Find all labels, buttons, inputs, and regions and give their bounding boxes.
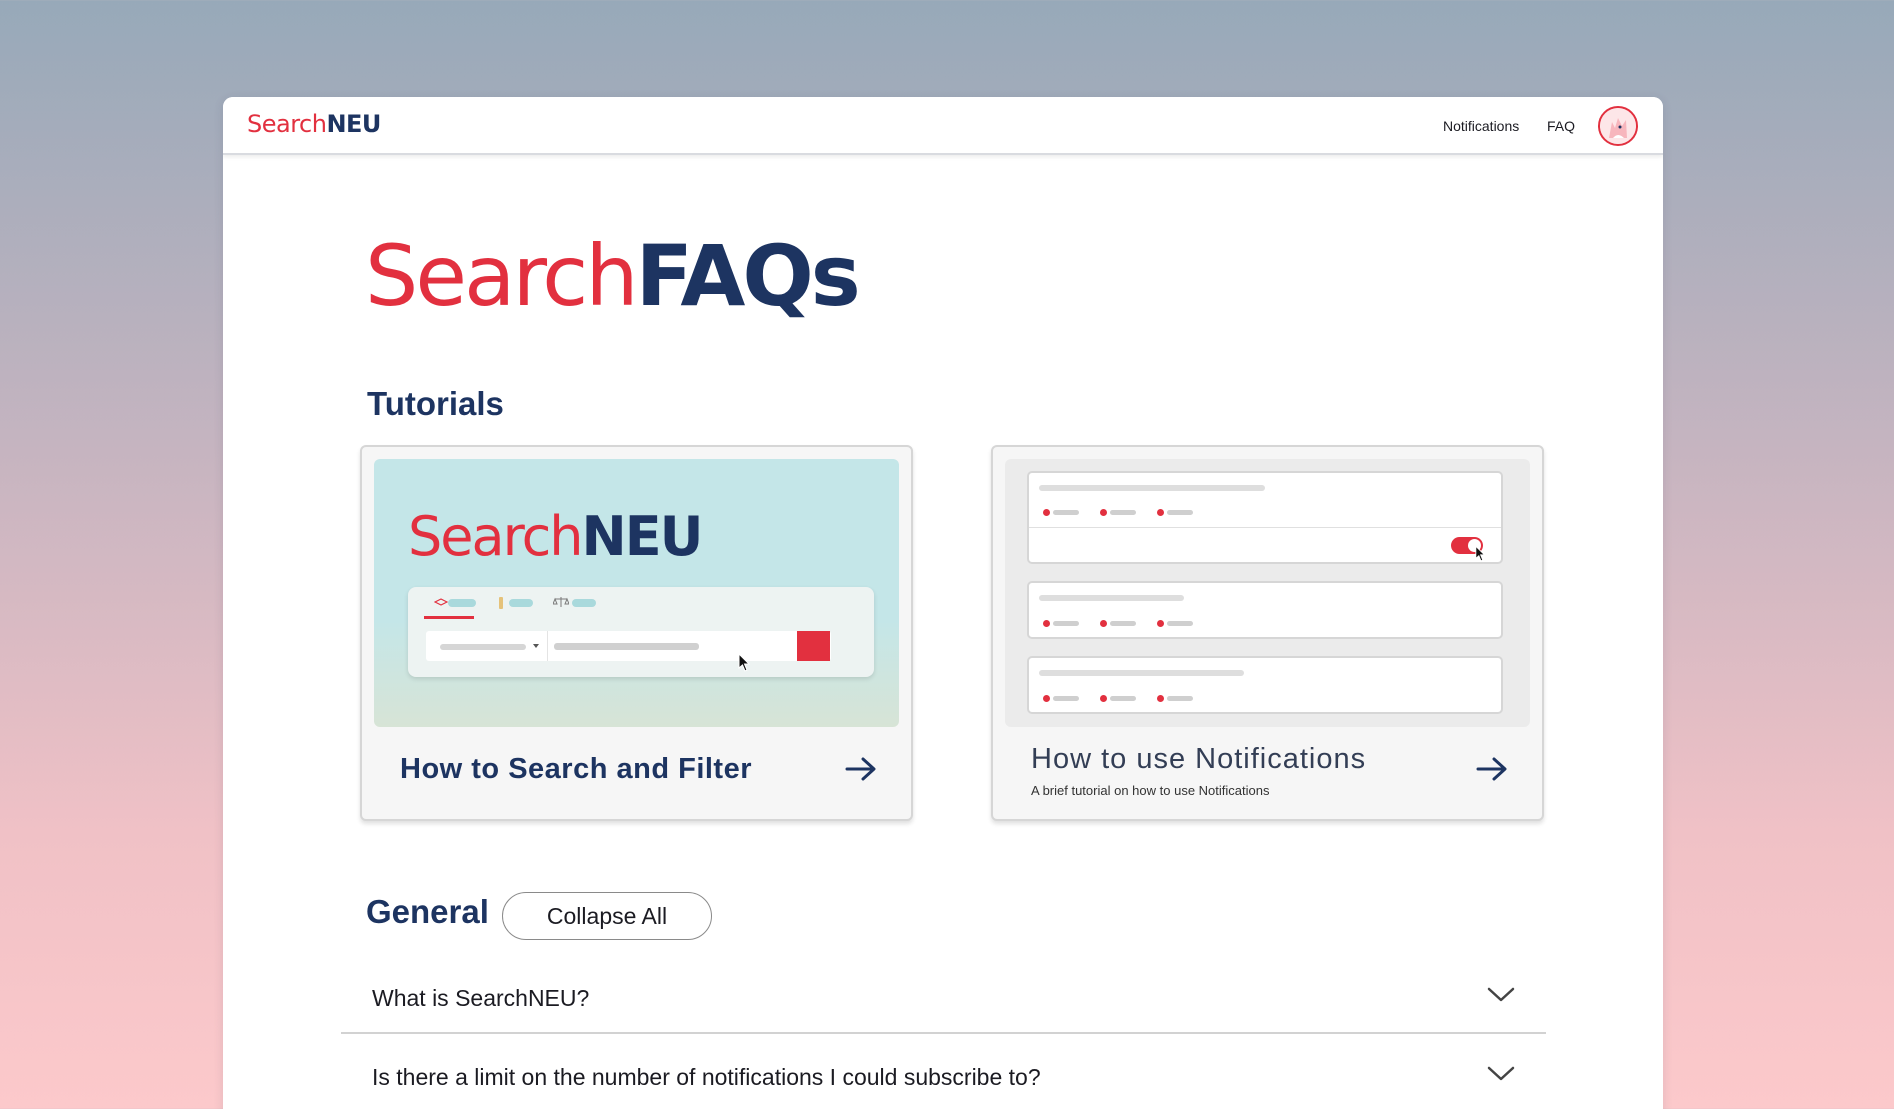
mock-divider [1029,527,1501,528]
mock-notification-item [1027,656,1503,714]
mock-bar [1053,696,1079,701]
logo-search-text: Search [247,110,327,138]
nav-notifications-link[interactable]: Notifications [1443,118,1519,134]
tutorial-card-subtitle: A brief tutorial on how to use Notificat… [1031,783,1270,798]
mock-bar [1110,510,1136,515]
mock-divider [547,631,548,661]
mock-dot [1157,620,1164,627]
faq-question[interactable]: Is there a limit on the number of notifi… [372,1064,1041,1091]
mock-dot [1157,509,1164,516]
chevron-down-icon[interactable] [1487,1066,1515,1082]
mock-bar [1167,510,1193,515]
logo-neu-text: NEU [326,110,381,138]
mock-dot [1100,695,1107,702]
mock-tab-pill [572,599,596,607]
pencil-icon [499,597,503,609]
arrow-right-icon[interactable] [1476,757,1508,781]
cursor-icon [1475,545,1486,562]
caret-down-icon [533,644,539,648]
page-title-faqs: FAQs [635,227,861,325]
tutorials-heading: Tutorials [367,385,504,422]
top-navbar: SearchNEU Notifications FAQ [223,97,1663,155]
tutorial-card-title: How to use Notifications [1031,743,1367,775]
husky-avatar-icon [1600,108,1636,144]
graduation-cap-icon [434,598,448,606]
avatar[interactable] [1598,106,1638,146]
mock-query-bar [554,643,699,650]
mock-tab-pill [509,599,533,607]
arrow-right-icon[interactable] [845,757,877,781]
general-heading: General [366,893,489,930]
mock-bar [1053,510,1079,515]
mock-dot [1043,620,1050,627]
mock-bar [1039,670,1244,676]
faq-divider [341,1032,1546,1034]
tutorial-card-title: How to Search and Filter [400,753,752,785]
mock-bar [1039,485,1265,491]
scale-icon [553,597,569,607]
mock-dot [1100,620,1107,627]
mock-search-panel [408,587,874,677]
tutorial-thumbnail-search: SearchNEU [374,459,899,727]
thumbnail-logo-neu: NEU [581,505,704,568]
mock-dot [1100,509,1107,516]
nav-faq-link[interactable]: FAQ [1547,118,1575,134]
mock-dot [1043,509,1050,516]
mock-bar [1110,696,1136,701]
thumbnail-logo-search: Search [408,505,584,568]
mock-search-bar [426,631,831,661]
mock-bar [1053,621,1079,626]
mock-tab-pill [448,599,476,607]
searchneu-logo[interactable]: SearchNEU [247,110,381,138]
mock-dot [1043,695,1050,702]
app-window: SearchNEU Notifications FAQ SearchFAQs T… [223,97,1663,1109]
mock-search-go [797,631,830,661]
tutorial-thumbnail-notifications [1005,459,1530,727]
mock-dropdown-bar [440,644,526,650]
mock-bar [1110,621,1136,626]
mock-notification-item [1027,471,1503,564]
faq-question[interactable]: What is SearchNEU? [372,985,589,1012]
page-title-search: Search [365,227,639,325]
tutorial-card-search-filter[interactable]: SearchNEU How to Search and Filter [360,445,913,821]
mock-tab-underline [424,616,474,619]
mock-notification-item [1027,581,1503,639]
cursor-icon [738,653,751,672]
mock-dot [1157,695,1164,702]
mock-bar [1167,621,1193,626]
thumbnail-logo: SearchNEU [408,505,704,568]
collapse-all-button[interactable]: Collapse All [502,892,712,940]
tutorial-card-notifications[interactable]: How to use Notifications A brief tutoria… [991,445,1544,821]
mock-bar [1167,696,1193,701]
mock-bar [1039,595,1184,601]
page-title: SearchFAQs [365,227,861,325]
chevron-down-icon[interactable] [1487,987,1515,1003]
